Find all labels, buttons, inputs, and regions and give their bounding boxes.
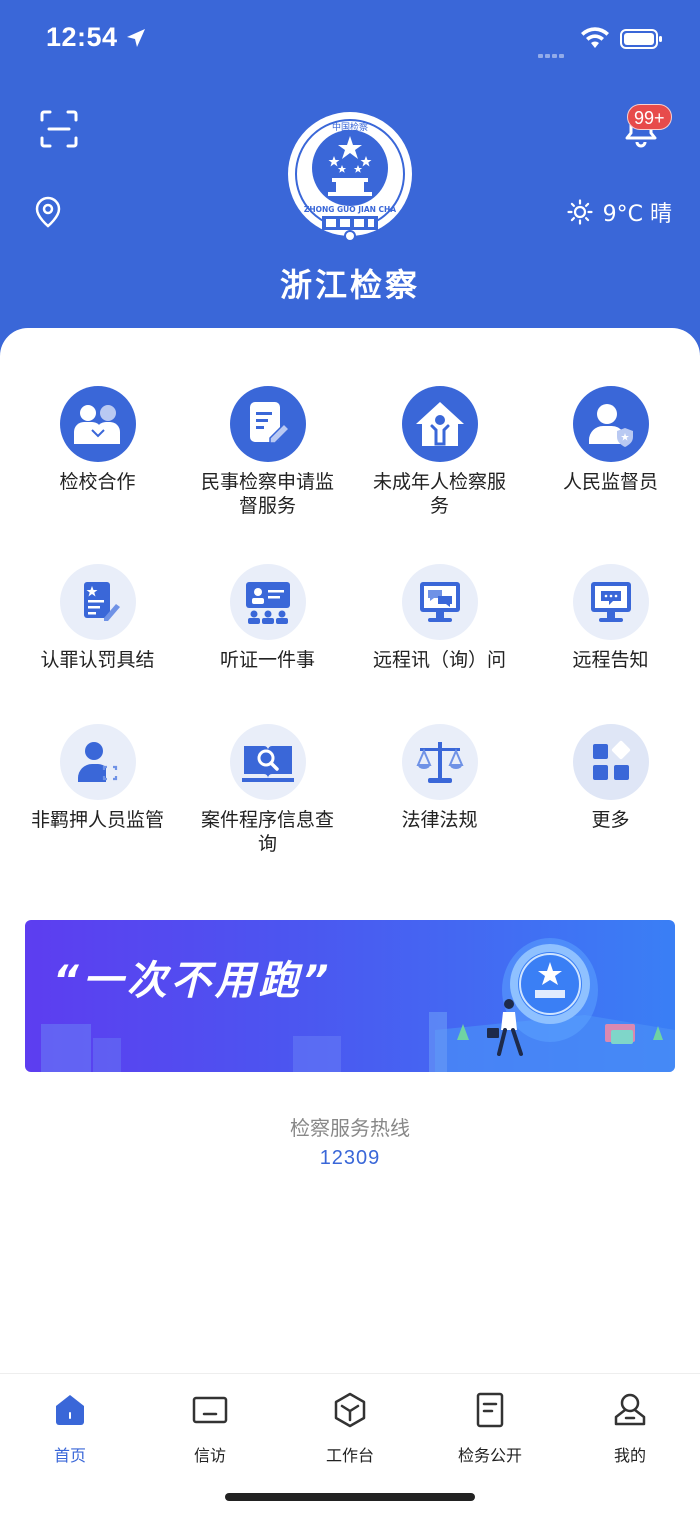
service-label: 法律法规: [401, 809, 478, 831]
app-header: 12:54 中国检察 ZHONG GUO JIAN CHA 99+ 9°C 晴 …: [0, 0, 700, 360]
signed-document-icon: [59, 564, 136, 640]
promo-banner[interactable]: “一次不用跑”: [25, 920, 675, 1072]
hotline-number-link[interactable]: 12309: [0, 1147, 700, 1170]
wifi-icon: [581, 27, 609, 48]
service-civil-supervision[interactable]: 民事检察申请监督服务: [180, 386, 355, 518]
service-label: 远程告知: [572, 649, 649, 671]
home-icon: [56, 1395, 84, 1425]
service-more[interactable]: 更多: [523, 724, 698, 832]
service-label: 案件程序信息查询: [200, 809, 334, 855]
tab-label: 检务公开: [457, 1446, 522, 1465]
document-edit-icon: [229, 386, 306, 462]
location-arrow-icon: [127, 29, 145, 47]
procuratorate-emblem-logo: 中国检察 ZHONG GUO JIAN CHA: [288, 112, 412, 242]
hearing-panel-icon: [229, 564, 306, 640]
service-remote-interview[interactable]: 远程讯（询）问: [352, 564, 527, 672]
tab-home[interactable]: 首页: [0, 1390, 140, 1466]
scan-icon[interactable]: [38, 108, 80, 150]
tab-workbench[interactable]: 工作台: [280, 1390, 420, 1466]
book-search-icon: [229, 724, 306, 800]
tab-petition[interactable]: 信访: [140, 1390, 280, 1466]
public-document-icon: [476, 1392, 504, 1428]
service-label: 人民监督员: [562, 471, 658, 493]
weather-widget[interactable]: 9°C 晴: [567, 196, 672, 228]
battery-icon: [620, 29, 662, 49]
workbench-cube-icon: [334, 1392, 366, 1428]
notification-count-badge: 99+: [627, 104, 672, 130]
petition-icon: [192, 1396, 228, 1424]
service-case-query[interactable]: 案件程序信息查询: [180, 724, 355, 856]
hotline-title: 检察服务热线: [290, 1116, 410, 1140]
svg-text:ZHONG GUO JIAN CHA: ZHONG GUO JIAN CHA: [304, 205, 396, 214]
sun-icon: [567, 199, 593, 225]
tab-label: 信访: [193, 1446, 226, 1465]
service-school-cooperation[interactable]: 检校合作: [10, 386, 185, 494]
service-label: 非羁押人员监管: [30, 809, 164, 831]
brand-title: 浙江检察: [279, 266, 420, 304]
weather-text: 9°C 晴: [602, 202, 672, 227]
service-label: 未成年人检察服务: [372, 471, 506, 517]
cellular-signal-icon: [538, 43, 572, 58]
two-people-icon: [59, 386, 136, 462]
remote-notice-icon: [572, 564, 649, 640]
tab-label: 首页: [53, 1446, 86, 1465]
service-label: 听证一件事: [219, 649, 315, 671]
service-juvenile[interactable]: 未成年人检察服务: [352, 386, 527, 518]
service-label: 检校合作: [59, 471, 136, 493]
remote-interview-icon: [401, 564, 478, 640]
service-label: 远程讯（询）问: [372, 649, 506, 671]
tab-label: 我的: [613, 1446, 646, 1465]
status-time: 12:54: [46, 22, 118, 52]
tab-profile[interactable]: 我的: [560, 1390, 700, 1466]
status-bar: 12:54: [0, 20, 700, 60]
tab-public-affairs[interactable]: 检务公开: [420, 1390, 560, 1466]
banner-title: “一次不用跑”: [53, 958, 333, 1004]
supervisor-badge-icon: [572, 386, 649, 462]
service-plea-leniency[interactable]: 认罪认罚具结: [10, 564, 185, 672]
service-laws[interactable]: 法律法规: [352, 724, 527, 832]
service-hearing[interactable]: 听证一件事: [180, 564, 355, 672]
service-label: 民事检察申请监督服务: [200, 471, 334, 517]
profile-icon: [614, 1393, 646, 1426]
service-label: 更多: [591, 809, 630, 831]
service-remote-notice[interactable]: 远程告知: [523, 564, 698, 672]
service-non-custodial[interactable]: 非羁押人员监管: [10, 724, 185, 832]
person-monitor-icon: [59, 724, 136, 800]
service-people-supervisor[interactable]: 人民监督员: [523, 386, 698, 494]
house-child-icon: [401, 386, 478, 462]
home-indicator: [225, 1493, 475, 1501]
location-pin-icon[interactable]: [34, 196, 62, 228]
scales-icon: [401, 724, 478, 800]
svg-text:中国检察: 中国检察: [332, 121, 368, 133]
service-label: 认罪认罚具结: [40, 649, 155, 671]
more-grid-icon: [572, 724, 649, 800]
tab-label: 工作台: [325, 1446, 374, 1465]
